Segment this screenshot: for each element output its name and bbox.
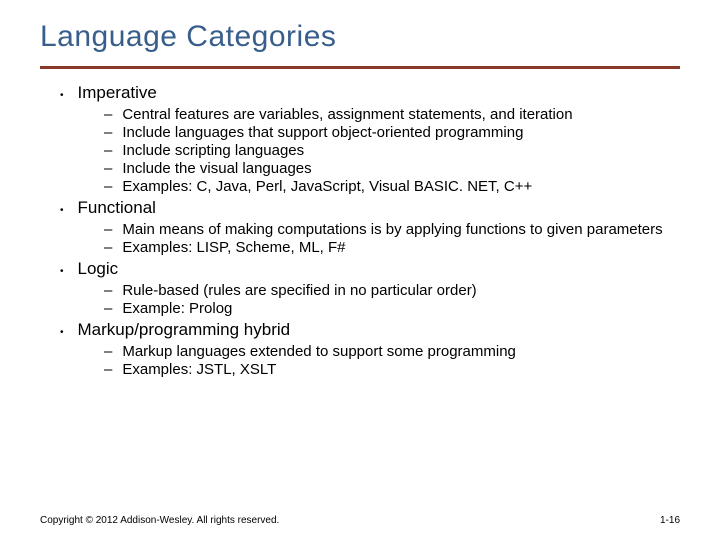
sub-item: –Main means of making computations is by… bbox=[104, 221, 680, 239]
bullet-icon: • bbox=[60, 201, 64, 221]
slide-footer: Copyright © 2012 Addison-Wesley. All rig… bbox=[40, 515, 680, 526]
sub-list: –Rule-based (rules are specified in no p… bbox=[60, 282, 680, 318]
sub-item: –Include scripting languages bbox=[104, 142, 680, 160]
dash-icon: – bbox=[104, 221, 112, 239]
dash-icon: – bbox=[104, 361, 112, 379]
dash-icon: – bbox=[104, 178, 112, 196]
sub-list: –Central features are variables, assignm… bbox=[60, 106, 680, 196]
category-name: Imperative bbox=[78, 83, 157, 103]
list-item: • Functional –Main means of making compu… bbox=[60, 198, 680, 257]
page-number: 1-16 bbox=[660, 515, 680, 526]
sub-list: –Main means of making computations is by… bbox=[60, 221, 680, 257]
category-name: Markup/programming hybrid bbox=[78, 320, 291, 340]
bullet-row: • Imperative bbox=[60, 83, 680, 106]
bullet-row: • Markup/programming hybrid bbox=[60, 320, 680, 343]
sub-item: –Central features are variables, assignm… bbox=[104, 106, 680, 124]
sub-item: –Markup languages extended to support so… bbox=[104, 343, 680, 361]
slide-content: • Imperative –Central features are varia… bbox=[40, 83, 680, 379]
category-name: Logic bbox=[78, 259, 119, 279]
sub-item: –Include the visual languages bbox=[104, 160, 680, 178]
list-item: • Imperative –Central features are varia… bbox=[60, 83, 680, 196]
sub-item: –Rule-based (rules are specified in no p… bbox=[104, 282, 680, 300]
list-item: • Markup/programming hybrid –Markup lang… bbox=[60, 320, 680, 379]
sub-item: –Examples: JSTL, XSLT bbox=[104, 361, 680, 379]
bullet-row: • Functional bbox=[60, 198, 680, 221]
copyright-text: Copyright © 2012 Addison-Wesley. All rig… bbox=[40, 515, 279, 526]
bullet-icon: • bbox=[60, 323, 64, 343]
slide-title: Language Categories bbox=[40, 20, 680, 54]
dash-icon: – bbox=[104, 142, 112, 160]
sub-item: –Examples: LISP, Scheme, ML, F# bbox=[104, 239, 680, 257]
title-rule bbox=[40, 66, 680, 69]
slide: Language Categories • Imperative –Centra… bbox=[0, 0, 720, 379]
sub-item: –Examples: C, Java, Perl, JavaScript, Vi… bbox=[104, 178, 680, 196]
dash-icon: – bbox=[104, 300, 112, 318]
dash-icon: – bbox=[104, 106, 112, 124]
category-name: Functional bbox=[78, 198, 156, 218]
sub-list: –Markup languages extended to support so… bbox=[60, 343, 680, 379]
bullet-icon: • bbox=[60, 262, 64, 282]
bullet-row: • Logic bbox=[60, 259, 680, 282]
list-item: • Logic –Rule-based (rules are specified… bbox=[60, 259, 680, 318]
dash-icon: – bbox=[104, 343, 112, 361]
dash-icon: – bbox=[104, 239, 112, 257]
dash-icon: – bbox=[104, 124, 112, 142]
dash-icon: – bbox=[104, 160, 112, 178]
bullet-icon: • bbox=[60, 86, 64, 106]
sub-item: –Include languages that support object-o… bbox=[104, 124, 680, 142]
dash-icon: – bbox=[104, 282, 112, 300]
category-list: • Imperative –Central features are varia… bbox=[40, 83, 680, 379]
sub-item: –Example: Prolog bbox=[104, 300, 680, 318]
